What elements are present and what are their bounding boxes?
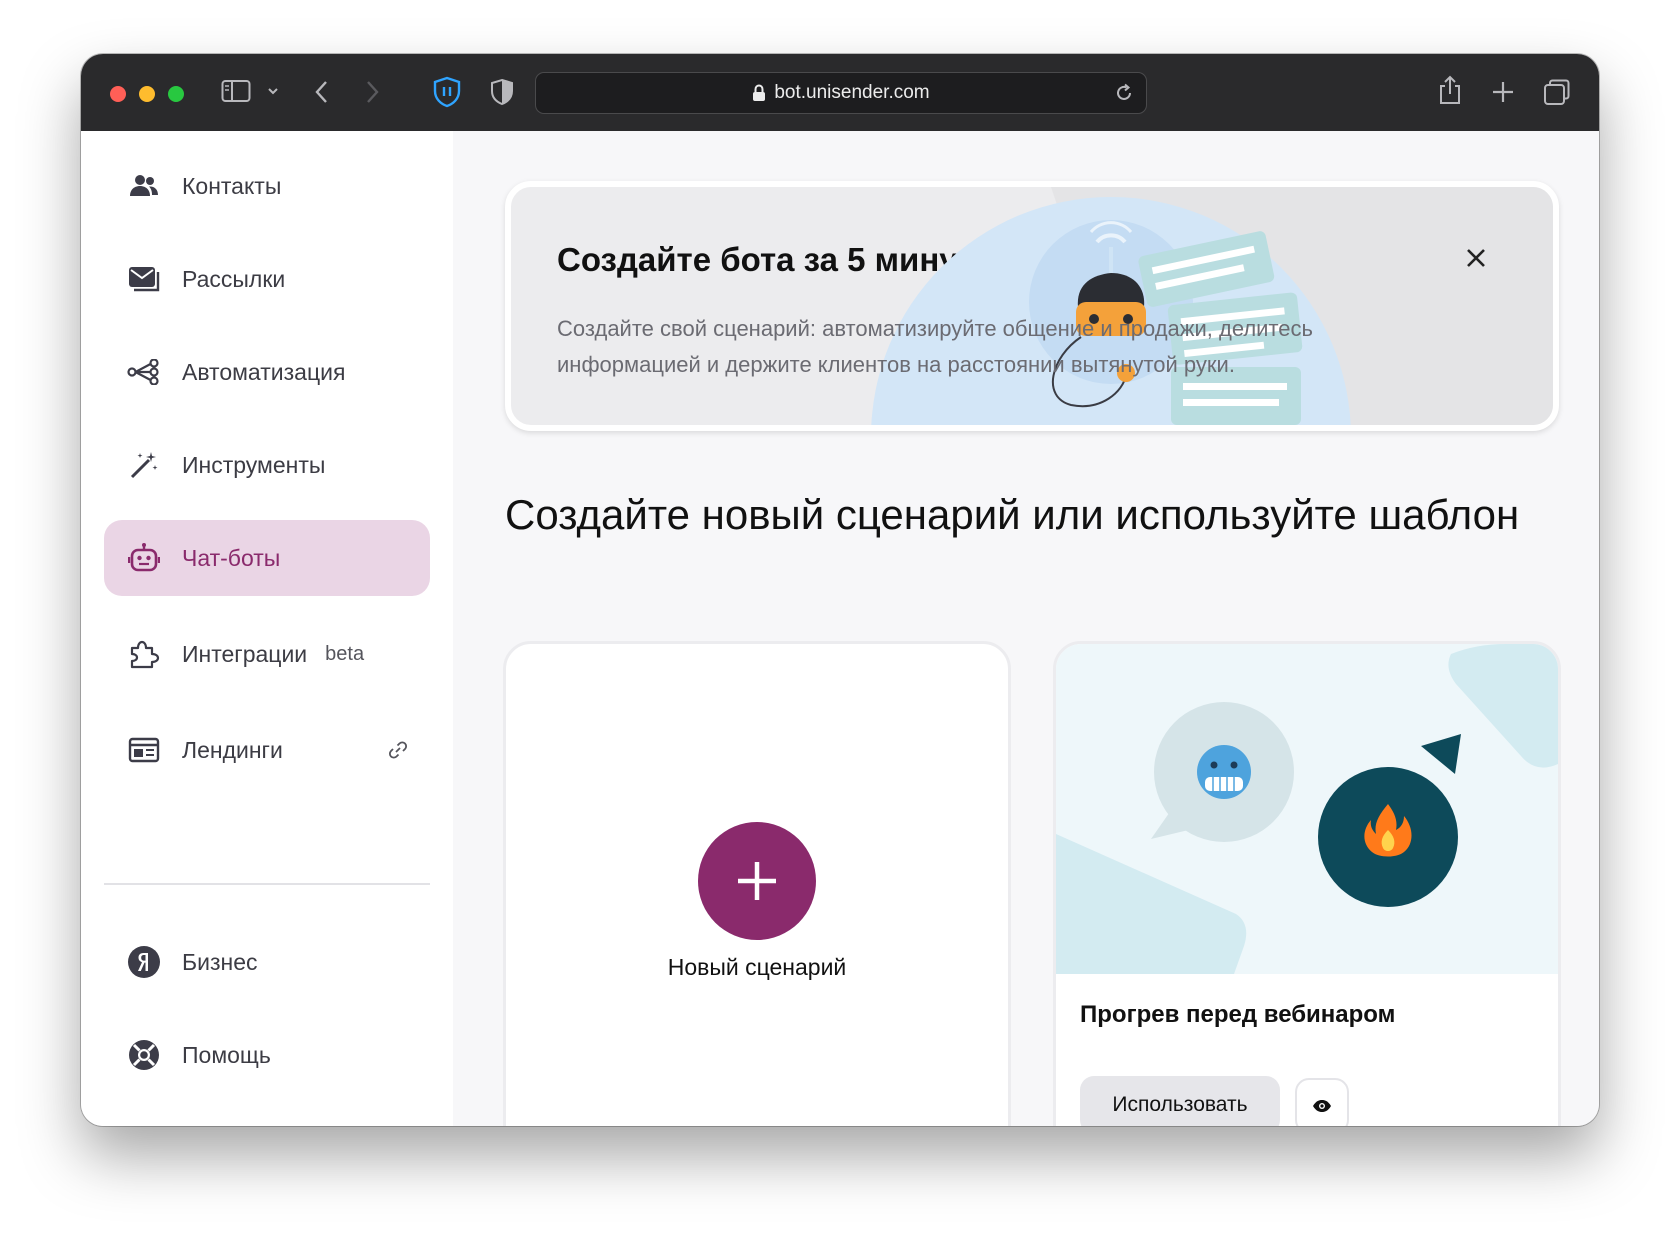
- close-icon[interactable]: [1465, 247, 1487, 274]
- sidebar-item-label: Контакты: [182, 172, 282, 199]
- sidebar-divider: [104, 883, 430, 885]
- sidebar-item-label: Чат-боты: [182, 544, 281, 571]
- template-title: Прогрев перед вебинаром: [1080, 1001, 1396, 1028]
- automation-icon: [124, 359, 164, 385]
- template-illustration: [1056, 644, 1558, 974]
- sidebar-item-label: Рассылки: [182, 265, 286, 292]
- add-scenario-button[interactable]: [698, 822, 816, 940]
- mail-icon: [124, 264, 164, 294]
- sidebar-item-help[interactable]: Помощь: [104, 1017, 430, 1093]
- forward-icon[interactable]: [364, 79, 380, 105]
- sidebar-item-label: Лендинги: [182, 736, 283, 763]
- close-window-button[interactable]: [110, 86, 126, 102]
- lock-icon: [752, 84, 766, 102]
- zoom-window-button[interactable]: [168, 86, 184, 102]
- section-title: Создайте новый сценарий или используйте …: [505, 491, 1520, 538]
- sidebar-item-mailings[interactable]: Рассылки: [104, 241, 430, 317]
- browser-window: bot.unisender.com Контакты Рассылки Авто…: [81, 54, 1599, 1126]
- new-tab-icon[interactable]: [1491, 80, 1515, 104]
- sidebar-item-contacts[interactable]: Контакты: [104, 148, 430, 224]
- sidebar-item-chatbots[interactable]: Чат-боты: [104, 520, 430, 596]
- new-scenario-card[interactable]: Новый сценарий: [503, 641, 1011, 1126]
- puzzle-icon: [124, 638, 164, 670]
- reload-icon[interactable]: [1114, 83, 1134, 109]
- new-scenario-label: Новый сценарий: [667, 954, 847, 980]
- use-template-button[interactable]: Использовать: [1080, 1076, 1280, 1126]
- sidebar-item-label: Автоматизация: [182, 358, 346, 385]
- magic-wand-icon: [124, 450, 164, 480]
- landing-icon: [124, 736, 164, 764]
- sidebar-item-label: Помощь: [182, 1041, 271, 1068]
- sidebar-item-tools[interactable]: Инструменты: [104, 427, 430, 503]
- back-icon[interactable]: [314, 79, 330, 105]
- promo-banner: Создайте бота за 5 минут Создайте свой с…: [505, 181, 1559, 431]
- sidebar-item-label: Интеграции: [182, 640, 308, 667]
- share-icon[interactable]: [1438, 74, 1462, 106]
- minimize-window-button[interactable]: [139, 86, 155, 102]
- banner-text: Создайте свой сценарий: автоматизируйте …: [557, 316, 1313, 377]
- sidebar-item-label: Бизнес: [182, 948, 258, 975]
- tab-overview-icon[interactable]: [1543, 78, 1571, 106]
- sidebar-toggle-icon[interactable]: [221, 79, 251, 103]
- sidebar: Контакты Рассылки Автоматизация Инструме…: [81, 131, 453, 1126]
- contacts-icon: [124, 173, 164, 199]
- sidebar-item-integrations[interactable]: Интеграции beta: [104, 616, 430, 692]
- sidebar-item-landings[interactable]: Лендинги: [104, 712, 430, 788]
- plus-icon: [738, 862, 776, 900]
- sidebar-item-label: Инструменты: [182, 451, 326, 478]
- yandex-icon: [124, 945, 164, 979]
- beta-badge: beta: [325, 642, 365, 665]
- sidebar-item-business[interactable]: Бизнес: [104, 924, 430, 1000]
- eye-icon: [1313, 1100, 1331, 1112]
- lifebuoy-icon: [124, 1038, 164, 1072]
- main-content: Создайте бота за 5 минут Создайте свой с…: [453, 131, 1599, 1126]
- link-icon[interactable]: [388, 739, 408, 766]
- preview-button[interactable]: [1295, 1078, 1349, 1126]
- url-text: bot.unisender.com: [774, 82, 930, 103]
- robot-icon: [124, 542, 164, 574]
- browser-toolbar: bot.unisender.com: [81, 54, 1599, 131]
- address-bar[interactable]: bot.unisender.com: [535, 72, 1147, 114]
- privacy-shield-icon[interactable]: [490, 78, 514, 106]
- password-manager-icon[interactable]: [433, 76, 461, 108]
- chevron-down-icon[interactable]: [267, 86, 279, 96]
- sidebar-item-automation[interactable]: Автоматизация: [104, 334, 430, 410]
- template-card[interactable]: Прогрев перед вебинаром Использовать: [1053, 641, 1561, 1126]
- bot-illustration: [871, 187, 1553, 425]
